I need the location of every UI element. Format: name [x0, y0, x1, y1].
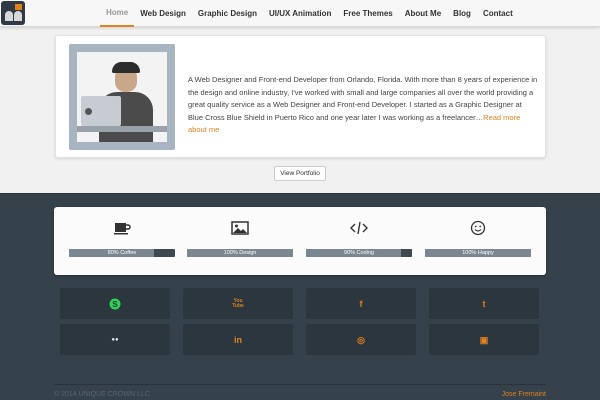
- skype-icon: S: [109, 298, 121, 309]
- bio-text: A Web Designer and Front-end Developer f…: [188, 74, 538, 137]
- profile-photo: [77, 52, 167, 142]
- footer-divider: [54, 384, 546, 385]
- skill-label: 100% Design: [223, 250, 257, 256]
- profile-photo-frame: [69, 44, 175, 150]
- skill-coffee: 80% Coffee: [69, 207, 175, 275]
- bio-card: A Web Designer and Front-end Developer f…: [55, 35, 546, 158]
- nav-item-home[interactable]: Home: [100, 0, 135, 27]
- svg-text:S: S: [112, 299, 118, 308]
- social-tile-skype[interactable]: S: [60, 288, 170, 319]
- view-portfolio-button[interactable]: View Portfolio: [274, 166, 326, 181]
- social-tile-instagram[interactable]: ▣: [429, 324, 539, 355]
- smiley-icon: [470, 220, 486, 236]
- nav-item-web-design[interactable]: Web Design: [134, 0, 192, 27]
- nav-item-about-me[interactable]: About Me: [399, 0, 447, 27]
- skill-label: 90% Coding: [344, 250, 374, 256]
- nav-item-blog[interactable]: Blog: [447, 0, 477, 27]
- nav-item-free-themes[interactable]: Free Themes: [337, 0, 398, 27]
- social-tile-dribbble[interactable]: ◎: [306, 324, 416, 355]
- skill-label: 100% Happy: [462, 250, 494, 256]
- skill-design: 100% Design: [187, 207, 293, 275]
- code-icon: [350, 221, 368, 235]
- linkedin-icon: in: [234, 334, 242, 345]
- dribbble-icon: ◎: [357, 334, 365, 345]
- copyright-text: © 2014 UNIQUE CROWN LLC: [54, 391, 150, 398]
- main-nav: Home Web Design Graphic Design UI/UX Ani…: [100, 0, 519, 27]
- skill-coding: 90% Coding: [306, 207, 412, 275]
- skill-happy: 100% Happy: [425, 207, 531, 275]
- skill-bar: 100% Happy: [425, 249, 531, 257]
- nav-item-graphic-design[interactable]: Graphic Design: [192, 0, 263, 27]
- social-tile-twitter[interactable]: t: [429, 288, 539, 319]
- social-tile-youtube[interactable]: You Tube: [183, 288, 293, 319]
- skill-bar: 90% Coding: [306, 249, 412, 257]
- social-tile-flickr[interactable]: ●●: [60, 324, 170, 355]
- author-link[interactable]: Jose Fremaint: [502, 391, 546, 398]
- coffee-cup-icon: [114, 223, 131, 235]
- site-logo[interactable]: [1, 1, 25, 25]
- youtube-icon: You Tube: [232, 297, 244, 309]
- facebook-icon: f: [359, 298, 363, 309]
- twitter-icon: t: [482, 298, 486, 309]
- site-header: Home Web Design Graphic Design UI/UX Ani…: [0, 0, 600, 27]
- skill-bar: 80% Coffee: [69, 249, 175, 257]
- nav-item-ui-ux-animation[interactable]: UI/UX Animation: [263, 0, 337, 27]
- nav-item-contact[interactable]: Contact: [477, 0, 519, 27]
- social-tile-facebook[interactable]: f: [306, 288, 416, 319]
- skill-label: 80% Coffee: [107, 250, 137, 256]
- image-icon: [231, 221, 249, 235]
- flickr-icon: ●●: [111, 336, 119, 343]
- instagram-icon: ▣: [479, 334, 489, 345]
- skills-panel: 80% Coffee 100% Design 90% Coding 100% H…: [54, 207, 546, 275]
- social-tile-linkedin[interactable]: in: [183, 324, 293, 355]
- skill-bar: 100% Design: [187, 249, 293, 257]
